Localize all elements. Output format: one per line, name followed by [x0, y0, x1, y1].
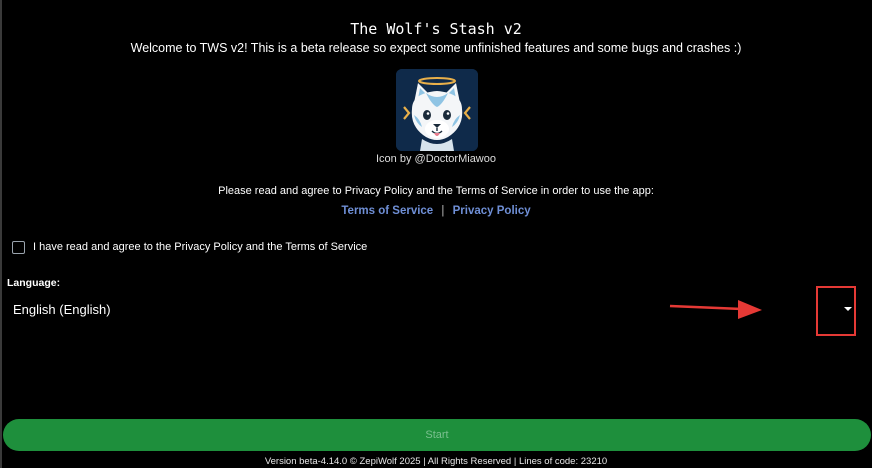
wolf-logo-icon — [396, 69, 478, 151]
app-screen: The Wolf's Stash v2 Welcome to TWS v2! T… — [0, 0, 872, 468]
icon-credit: Icon by @DoctorMiawoo — [376, 153, 496, 165]
agreement-prompt: Please read and agree to Privacy Policy … — [218, 185, 654, 197]
language-dropdown[interactable]: English (English) — [8, 296, 864, 324]
legal-links: Terms of Service | Privacy Policy — [0, 205, 872, 217]
start-button[interactable]: Start — [3, 419, 871, 451]
welcome-message: Welcome to TWS v2! This is a beta releas… — [130, 41, 742, 55]
window-edge — [0, 0, 2, 468]
wolf-logo-icon-graphic — [396, 69, 478, 151]
terms-of-service-link[interactable]: Terms of Service — [341, 205, 433, 217]
chevron-down-icon[interactable] — [844, 307, 852, 311]
agreement-checkbox[interactable] — [12, 240, 25, 254]
version-footer: Version beta-4.14.0 © ZepiWolf 2025 | Al… — [264, 456, 608, 467]
link-separator: | — [441, 205, 445, 217]
privacy-policy-link[interactable]: Privacy Policy — [453, 205, 531, 217]
language-selected-value: English (English) — [13, 302, 111, 317]
agreement-checkbox-row[interactable]: I have read and agree to the Privacy Pol… — [12, 239, 367, 255]
agreement-checkbox-label[interactable]: I have read and agree to the Privacy Pol… — [33, 241, 367, 253]
language-label: Language: — [7, 277, 61, 289]
app-title: The Wolf's Stash v2 — [350, 20, 522, 38]
